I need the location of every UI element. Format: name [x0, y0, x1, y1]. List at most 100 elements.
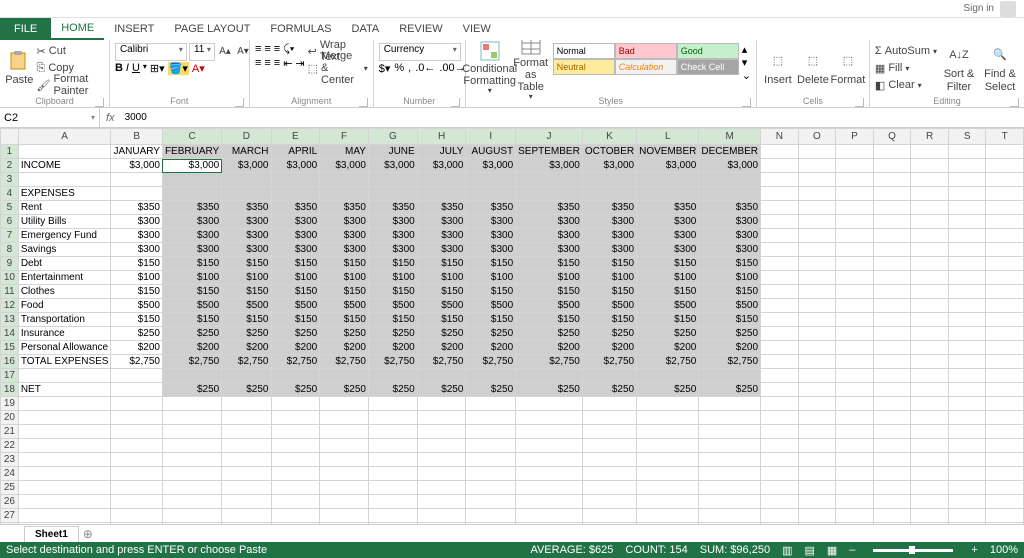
col-header-J[interactable]: J	[516, 129, 583, 145]
cell-L18[interactable]: $250	[637, 383, 699, 397]
cell-F12[interactable]: $500	[320, 299, 369, 313]
cell-R9[interactable]	[911, 257, 949, 271]
cell-E15[interactable]: $200	[271, 341, 320, 355]
cell-Q21[interactable]	[873, 425, 911, 439]
cell-D3[interactable]	[222, 173, 271, 187]
col-header-Q[interactable]: Q	[873, 129, 911, 145]
cell-L15[interactable]: $200	[637, 341, 699, 355]
cell-A12[interactable]: Food	[18, 299, 111, 313]
cell-I2[interactable]: $3,000	[466, 159, 516, 173]
cell-L6[interactable]: $300	[637, 215, 699, 229]
cell-E26[interactable]	[271, 495, 320, 509]
cell-B24[interactable]	[111, 467, 163, 481]
cell-I6[interactable]: $300	[466, 215, 516, 229]
cell-L7[interactable]: $300	[637, 229, 699, 243]
cell-C4[interactable]	[162, 187, 221, 201]
row-header-19[interactable]: 19	[1, 397, 19, 411]
cell-E4[interactable]	[271, 187, 320, 201]
cell-E19[interactable]	[271, 397, 320, 411]
cell-R1[interactable]	[911, 145, 949, 159]
cell-E28[interactable]	[271, 523, 320, 525]
cell-F23[interactable]	[320, 453, 369, 467]
cell-N10[interactable]	[761, 271, 799, 285]
cell-E8[interactable]: $300	[271, 243, 320, 257]
cell-F22[interactable]	[320, 439, 369, 453]
cell-T27[interactable]	[986, 509, 1024, 523]
cell-E7[interactable]: $300	[271, 229, 320, 243]
cell-N11[interactable]	[761, 285, 799, 299]
cell-M2[interactable]: $3,000	[699, 159, 761, 173]
cell-N25[interactable]	[761, 481, 799, 495]
cell-F8[interactable]: $300	[320, 243, 369, 257]
cell-F20[interactable]	[320, 411, 369, 425]
cell-R23[interactable]	[911, 453, 949, 467]
cell-A26[interactable]	[18, 495, 111, 509]
cell-E16[interactable]: $2,750	[271, 355, 320, 369]
cell-J7[interactable]: $300	[516, 229, 583, 243]
cell-O14[interactable]	[798, 327, 836, 341]
cell-B21[interactable]	[111, 425, 163, 439]
cell-A27[interactable]	[18, 509, 111, 523]
cell-I19[interactable]	[466, 397, 516, 411]
align-left-icon[interactable]: ≡	[255, 57, 261, 70]
cell-J25[interactable]	[516, 481, 583, 495]
cell-G21[interactable]	[368, 425, 417, 439]
cell-A8[interactable]: Savings	[18, 243, 111, 257]
cell-T15[interactable]	[986, 341, 1024, 355]
cell-M7[interactable]: $300	[699, 229, 761, 243]
cell-G11[interactable]: $150	[368, 285, 417, 299]
cell-F7[interactable]: $300	[320, 229, 369, 243]
cell-C16[interactable]: $2,750	[162, 355, 221, 369]
cell-I7[interactable]: $300	[466, 229, 516, 243]
cell-O28[interactable]	[798, 523, 836, 525]
cell-O5[interactable]	[798, 201, 836, 215]
col-header-S[interactable]: S	[948, 129, 986, 145]
cell-P3[interactable]	[836, 173, 874, 187]
cell-C5[interactable]: $350	[162, 201, 221, 215]
cell-M9[interactable]: $150	[699, 257, 761, 271]
cell-B28[interactable]	[111, 523, 163, 525]
cell-H24[interactable]	[417, 467, 466, 481]
cell-I10[interactable]: $100	[466, 271, 516, 285]
cell-A28[interactable]	[18, 523, 111, 525]
cell-R12[interactable]	[911, 299, 949, 313]
cell-I17[interactable]	[466, 369, 516, 383]
cell-S17[interactable]	[948, 369, 986, 383]
cell-D16[interactable]: $2,750	[222, 355, 271, 369]
currency-icon[interactable]: $▾	[379, 62, 391, 75]
cell-O22[interactable]	[798, 439, 836, 453]
row-header-1[interactable]: 1	[1, 145, 19, 159]
cell-K21[interactable]	[582, 425, 636, 439]
cell-S14[interactable]	[948, 327, 986, 341]
cell-H15[interactable]: $200	[417, 341, 466, 355]
cell-R3[interactable]	[911, 173, 949, 187]
cell-D18[interactable]: $250	[222, 383, 271, 397]
new-sheet-button[interactable]: ⊕	[83, 527, 93, 541]
cell-N28[interactable]	[761, 523, 799, 525]
cell-Q2[interactable]	[873, 159, 911, 173]
cell-D17[interactable]	[222, 369, 271, 383]
cell-N12[interactable]	[761, 299, 799, 313]
cell-E23[interactable]	[271, 453, 320, 467]
cell-P5[interactable]	[836, 201, 874, 215]
cell-O4[interactable]	[798, 187, 836, 201]
cell-E3[interactable]	[271, 173, 320, 187]
indent-inc-icon[interactable]: ⇥	[295, 57, 304, 70]
style-neutral[interactable]: Neutral	[553, 59, 615, 75]
cell-Q8[interactable]	[873, 243, 911, 257]
cell-M6[interactable]: $300	[699, 215, 761, 229]
cell-Q14[interactable]	[873, 327, 911, 341]
cell-L28[interactable]	[637, 523, 699, 525]
row-header-18[interactable]: 18	[1, 383, 19, 397]
cell-S26[interactable]	[948, 495, 986, 509]
cell-J16[interactable]: $2,750	[516, 355, 583, 369]
cell-O7[interactable]	[798, 229, 836, 243]
cell-L17[interactable]	[637, 369, 699, 383]
cell-T5[interactable]	[986, 201, 1024, 215]
cell-S4[interactable]	[948, 187, 986, 201]
cell-D10[interactable]: $100	[222, 271, 271, 285]
cell-N20[interactable]	[761, 411, 799, 425]
cell-P18[interactable]	[836, 383, 874, 397]
row-header-14[interactable]: 14	[1, 327, 19, 341]
cell-T13[interactable]	[986, 313, 1024, 327]
